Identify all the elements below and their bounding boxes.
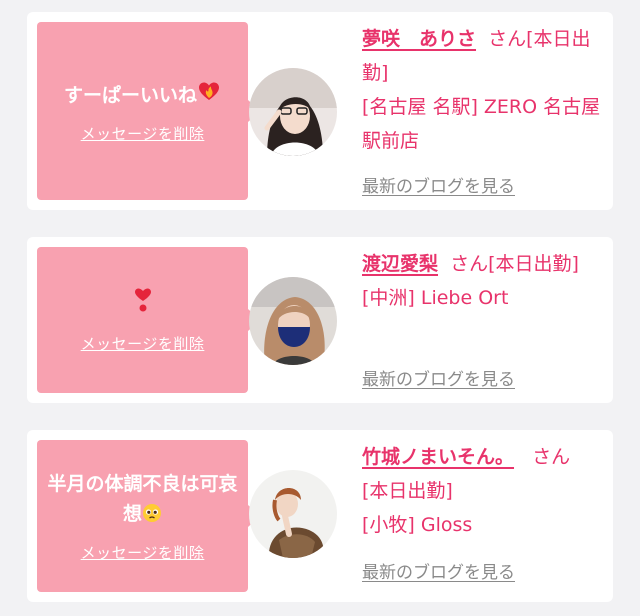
message-bubble: 半月の体調不良は可哀想 メッセージを削除 <box>37 440 260 592</box>
name-suffix: さん[本日出勤] <box>450 253 579 275</box>
avatar[interactable] <box>249 277 337 365</box>
message-text <box>133 287 153 323</box>
delete-message-link[interactable]: メッセージを削除 <box>81 123 205 144</box>
work-status: [本日出勤] <box>362 480 453 502</box>
heavy-heart-exclamation-icon <box>133 287 153 323</box>
shop-name: [名古屋 名駅] ZERO 名古屋駅前店 <box>362 96 601 152</box>
message-card: メッセージを削除 渡辺愛梨 さん[本日出勤] [中洲] Liebe Ort 最新… <box>27 237 613 403</box>
girl-info: 竹城ノまいそん。 さん [本日出勤] [小牧] Gloss <box>362 440 602 542</box>
message-text: すーぱーいいね <box>64 79 221 113</box>
shop-name: [小牧] Gloss <box>362 514 473 536</box>
message-text: 半月の体調不良は可哀想 <box>47 469 238 532</box>
delete-message-link[interactable]: メッセージを削除 <box>81 542 205 563</box>
shop-name: [中洲] Liebe Ort <box>362 287 509 309</box>
latest-blog-link[interactable]: 最新のブログを見る <box>362 558 515 583</box>
message-bubble: すーぱーいいね メッセージを削除 <box>37 22 260 200</box>
name-suffix: さん <box>532 446 571 468</box>
avatar[interactable] <box>249 470 337 558</box>
heart-on-fire-icon <box>197 79 221 113</box>
girl-name-link[interactable]: 竹城ノまいそん。 <box>362 446 514 468</box>
message-bubble: メッセージを削除 <box>37 247 260 393</box>
pleading-face-icon <box>142 502 162 532</box>
latest-blog-link[interactable]: 最新のブログを見る <box>362 365 515 390</box>
girl-info: 夢咲 ありさ さん[本日出勤] [名古屋 名駅] ZERO 名古屋駅前店 <box>362 22 602 158</box>
girl-name-link[interactable]: 渡辺愛梨 <box>362 253 438 275</box>
delete-message-link[interactable]: メッセージを削除 <box>81 333 205 354</box>
latest-blog-link[interactable]: 最新のブログを見る <box>362 172 515 197</box>
message-card: すーぱーいいね メッセージを削除 夢咲 ありさ さん[本日出勤] [名古屋 名駅… <box>27 12 613 210</box>
girl-info: 渡辺愛梨 さん[本日出勤] [中洲] Liebe Ort <box>362 247 602 315</box>
avatar[interactable] <box>249 68 337 156</box>
girl-name-link[interactable]: 夢咲 ありさ <box>362 28 476 50</box>
message-card: 半月の体調不良は可哀想 メッセージを削除 竹城ノまいそん。 さん [本日出勤] … <box>27 430 613 602</box>
